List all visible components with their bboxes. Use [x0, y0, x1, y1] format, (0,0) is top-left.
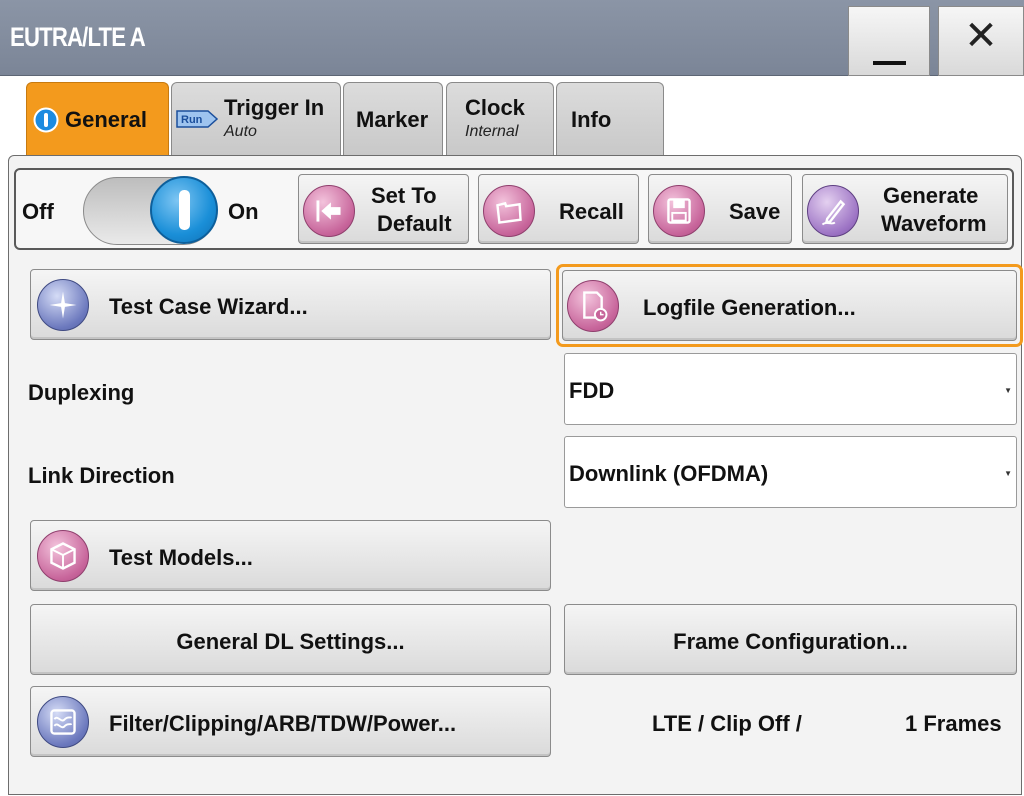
dropdown-arrow-icon: ▼: [1004, 386, 1012, 395]
duplexing-value: FDD: [569, 378, 615, 403]
info-icon: [33, 107, 59, 133]
tab-trigger-in[interactable]: Run Trigger In Auto: [171, 82, 341, 156]
generate-label-2: Waveform: [881, 211, 987, 236]
set-default-label-2: Default: [377, 211, 452, 236]
cube-icon: [37, 530, 89, 582]
link-direction-label: Link Direction: [28, 463, 175, 488]
duplexing-select[interactable]: FDD ▼: [564, 353, 1017, 425]
floppy-disk-icon: [653, 185, 705, 237]
close-icon: ✕: [964, 14, 998, 58]
recall-button[interactable]: Recall: [478, 174, 639, 244]
frame-configuration-button[interactable]: Frame Configuration...: [564, 604, 1017, 675]
tab-clock[interactable]: Clock Internal: [446, 82, 554, 156]
tab-general[interactable]: General: [26, 82, 169, 156]
link-direction-value: Downlink (OFDMA): [569, 461, 769, 486]
filter-icon: [37, 696, 89, 748]
save-label: Save: [729, 199, 781, 224]
set-to-default-button[interactable]: Set To Default: [298, 174, 469, 244]
on-label: On: [228, 199, 259, 224]
tab-marker-label: Marker: [356, 107, 429, 132]
minimize-button[interactable]: [848, 6, 930, 76]
run-icon: Run: [176, 110, 218, 128]
off-label: Off: [22, 199, 54, 224]
link-direction-select[interactable]: Downlink (OFDMA) ▼: [564, 436, 1017, 508]
general-dl-settings-button[interactable]: General DL Settings...: [30, 604, 551, 675]
generate-label-1: Generate: [883, 183, 979, 208]
pencil-icon: [807, 185, 859, 237]
generate-waveform-button[interactable]: Generate Waveform: [802, 174, 1008, 244]
tab-trigger-in-sub: Auto: [224, 123, 257, 140]
tab-info-label: Info: [571, 107, 612, 132]
frames-status-text: 1 Frames: [905, 711, 1002, 736]
test-models-button[interactable]: Test Models...: [30, 520, 551, 591]
save-button[interactable]: Save: [648, 174, 792, 244]
close-button[interactable]: ✕: [938, 6, 1024, 76]
test-case-wizard-button[interactable]: Test Case Wizard...: [30, 269, 551, 340]
filter-status-text: LTE / Clip Off /: [652, 711, 802, 736]
window-title: EUTRA/LTE A: [10, 22, 146, 52]
recall-label: Recall: [559, 199, 624, 224]
tab-clock-label: Clock: [465, 95, 525, 120]
tab-general-label: General: [65, 107, 147, 132]
filter-clipping-button[interactable]: Filter/Clipping/ARB/TDW/Power...: [30, 686, 551, 757]
logfile-clock-icon: [567, 280, 619, 332]
set-default-icon: [303, 185, 355, 237]
set-default-label-1: Set To: [371, 183, 437, 208]
run-icon-text: Run: [181, 114, 203, 126]
minimize-icon: [873, 61, 906, 65]
folder-icon: [483, 185, 535, 237]
wizard-star-icon: [37, 279, 89, 331]
duplexing-label: Duplexing: [28, 380, 135, 405]
tab-trigger-in-label: Trigger In: [224, 95, 325, 120]
filter-clipping-label: Filter/Clipping/ARB/TDW/Power...: [109, 711, 457, 736]
tab-info[interactable]: Info: [556, 82, 664, 156]
logfile-generation-button[interactable]: Logfile Generation...: [562, 270, 1017, 341]
frame-configuration-label: Frame Configuration...: [673, 629, 908, 654]
tab-clock-sub: Internal: [465, 123, 519, 140]
general-dl-settings-label: General DL Settings...: [176, 629, 405, 654]
tab-marker[interactable]: Marker: [343, 82, 443, 156]
dropdown-arrow-icon: ▼: [1004, 469, 1012, 478]
toggle-on-indicator: [179, 190, 190, 230]
test-models-label: Test Models...: [109, 545, 253, 570]
logfile-generation-label: Logfile Generation...: [643, 295, 856, 320]
test-case-wizard-label: Test Case Wizard...: [109, 294, 308, 319]
